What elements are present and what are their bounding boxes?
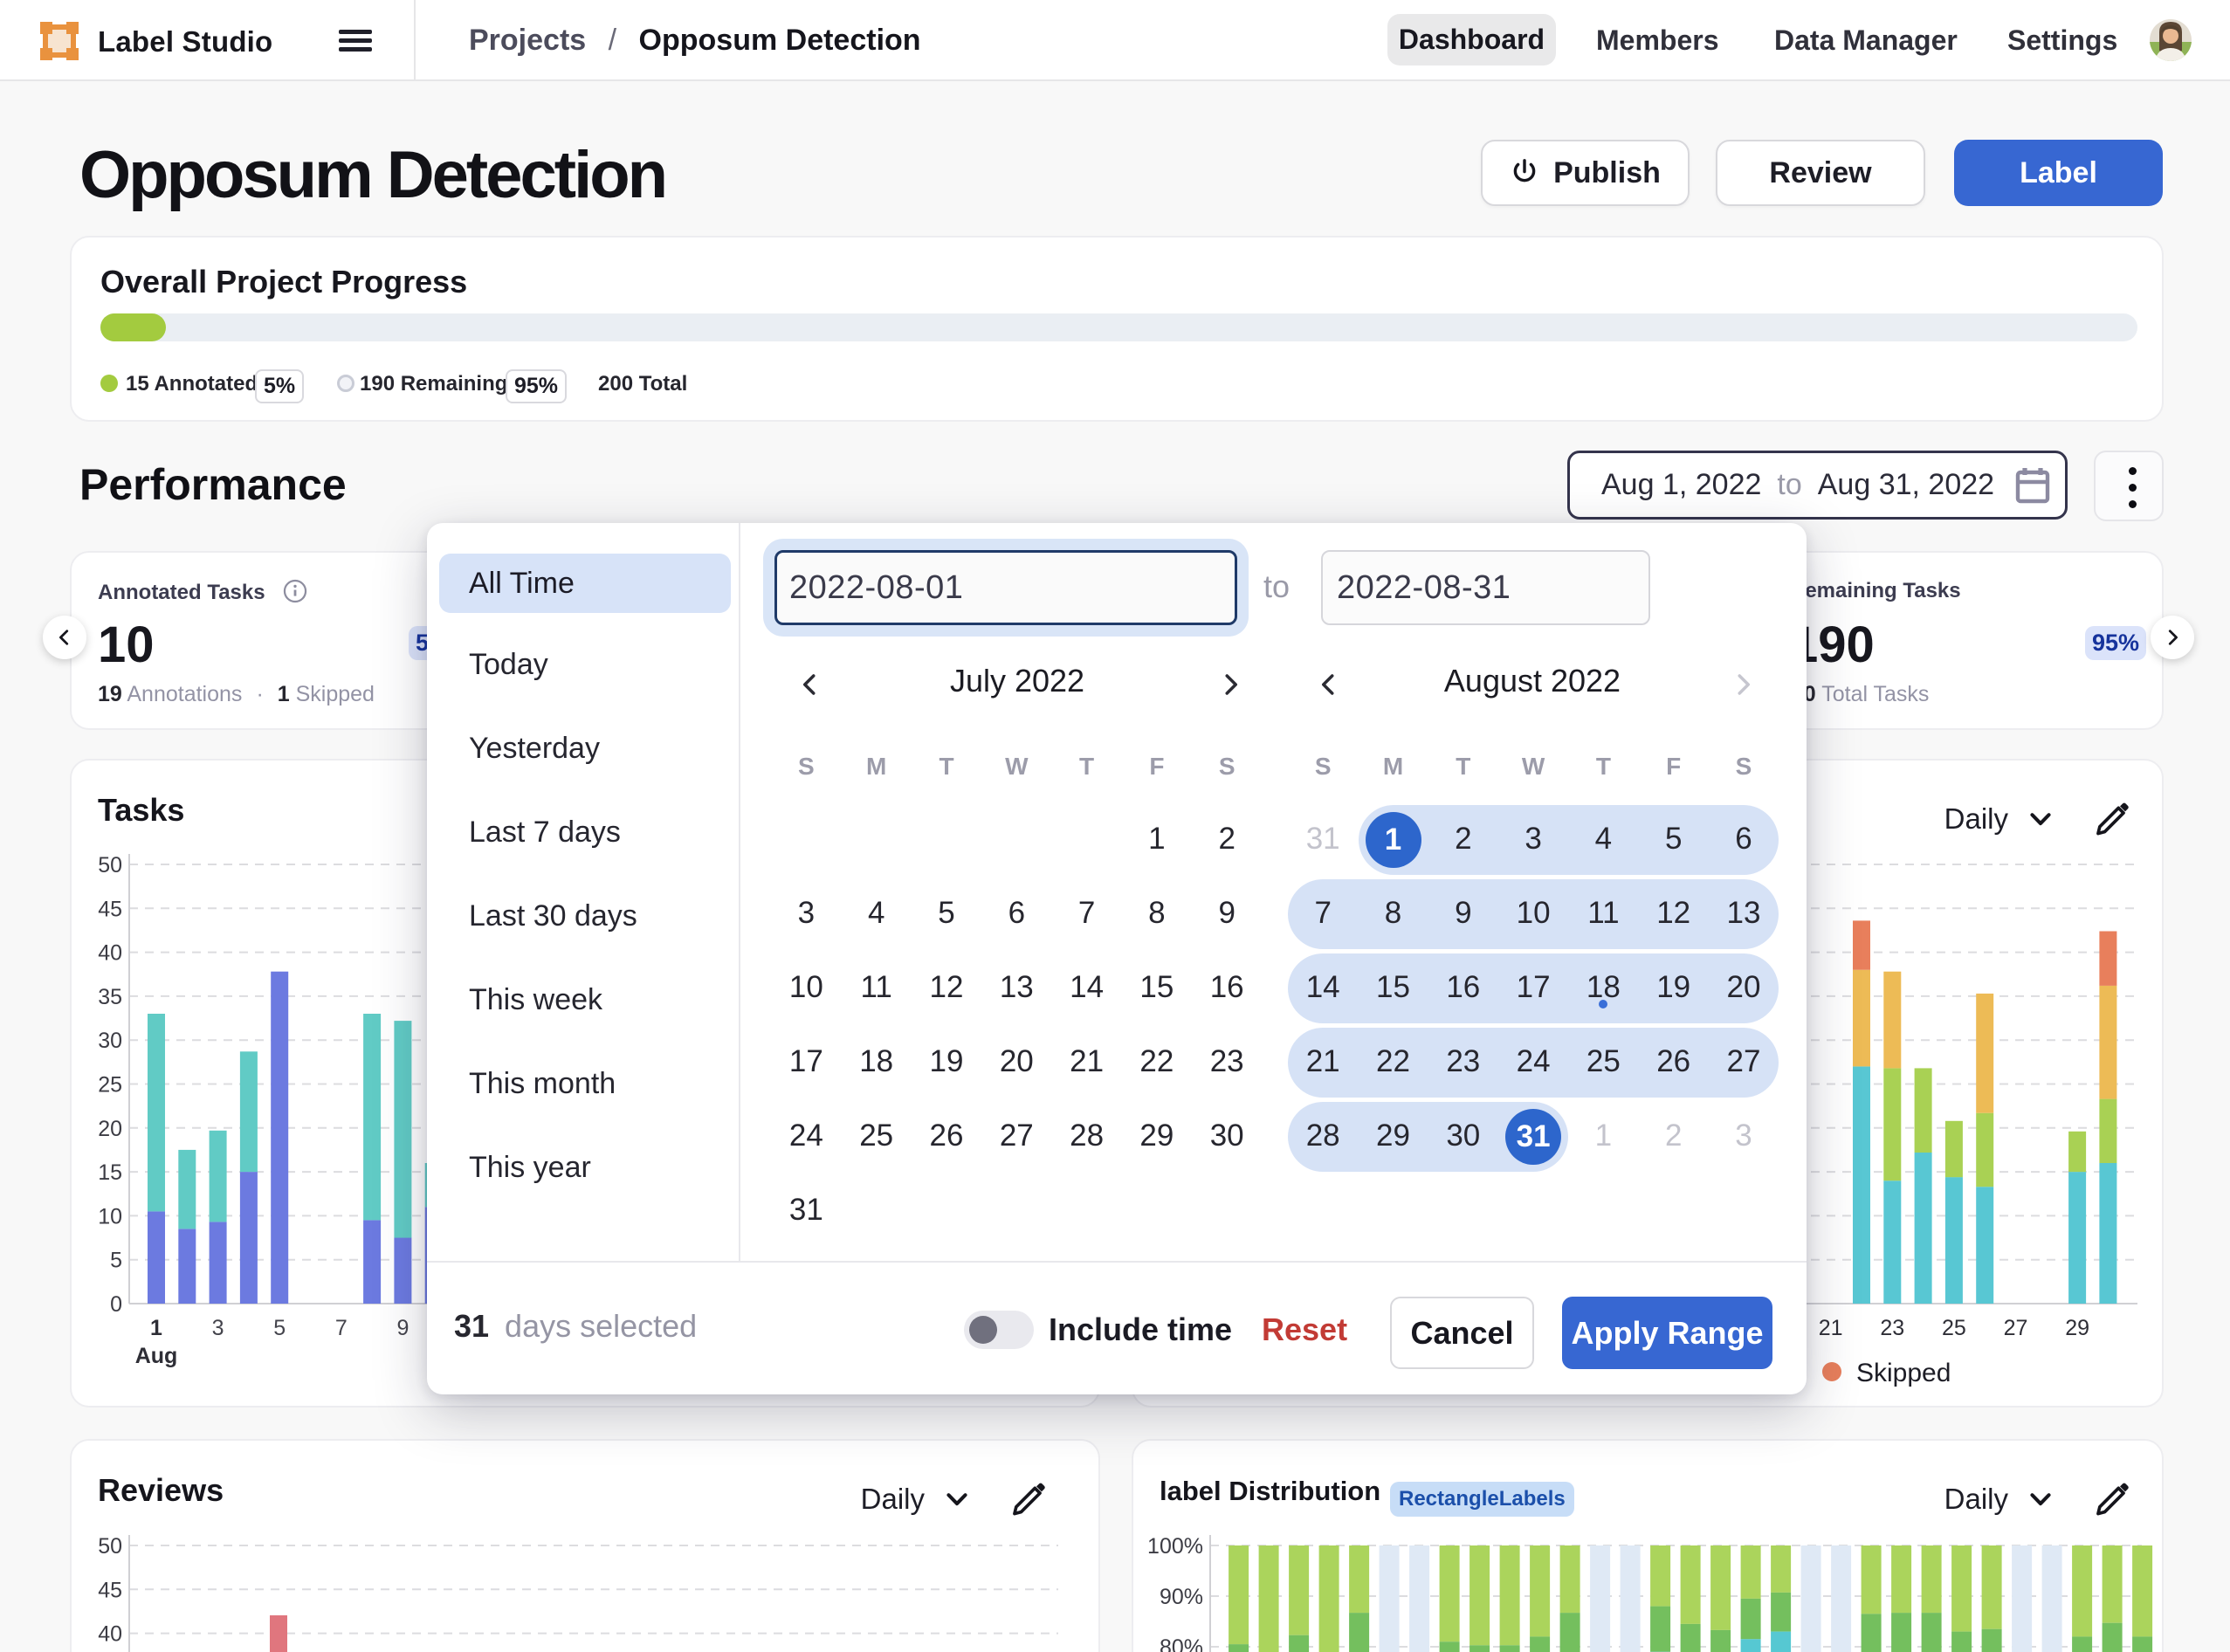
svg-text:7: 7	[335, 1316, 348, 1340]
svg-text:100%: 100%	[1147, 1534, 1203, 1559]
svg-text:3: 3	[212, 1316, 224, 1340]
svg-text:40: 40	[98, 1622, 122, 1647]
svg-text:27: 27	[2004, 1316, 2028, 1340]
svg-text:29: 29	[2065, 1316, 2089, 1340]
svg-text:Aug: Aug	[135, 1344, 178, 1368]
svg-text:20: 20	[98, 1117, 122, 1141]
svg-text:35: 35	[98, 985, 122, 1009]
svg-text:1: 1	[150, 1316, 162, 1340]
svg-text:9: 9	[396, 1316, 409, 1340]
svg-text:40: 40	[98, 941, 122, 966]
svg-text:45: 45	[98, 1578, 122, 1602]
svg-text:50: 50	[98, 853, 122, 878]
svg-text:45: 45	[98, 897, 122, 921]
svg-text:21: 21	[1819, 1316, 1843, 1340]
svg-text:Skipped: Skipped	[1856, 1359, 1951, 1387]
svg-text:25: 25	[1942, 1316, 1966, 1340]
svg-text:25: 25	[98, 1073, 122, 1098]
svg-text:50: 50	[98, 1534, 122, 1559]
svg-text:30: 30	[98, 1029, 122, 1053]
svg-text:5: 5	[273, 1316, 286, 1340]
svg-text:15: 15	[98, 1160, 122, 1185]
svg-text:0: 0	[110, 1292, 122, 1317]
svg-text:10: 10	[98, 1204, 122, 1229]
svg-text:5: 5	[110, 1249, 122, 1273]
svg-text:80%: 80%	[1160, 1635, 1203, 1652]
svg-text:90%: 90%	[1160, 1585, 1203, 1609]
svg-text:23: 23	[1880, 1316, 1904, 1340]
